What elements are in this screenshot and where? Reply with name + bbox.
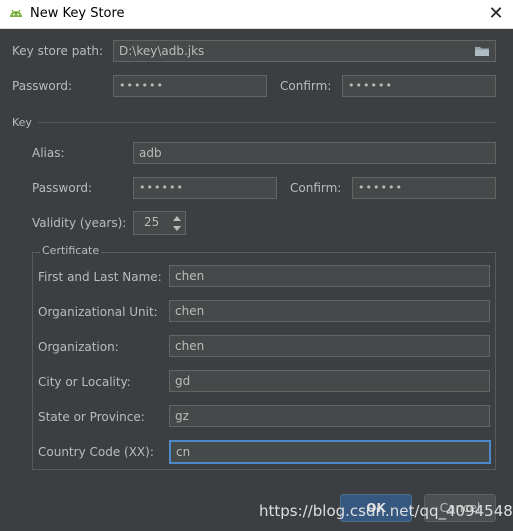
watermark-text: https://blog.csdn.net/qq_40945489 <box>259 502 513 520</box>
certificate-section-title: Certificate <box>40 244 102 257</box>
validity-label: Validity (years): <box>32 216 127 230</box>
keystore-confirm-label: Confirm: <box>280 79 332 93</box>
alias-label: Alias: <box>32 146 65 160</box>
close-icon[interactable]: ✕ <box>486 4 506 24</box>
folder-icon[interactable] <box>474 43 490 59</box>
organization-label: Organization: <box>38 340 119 354</box>
keystore-confirm-input[interactable]: •••••• <box>342 75 496 97</box>
city-locality-label: City or Locality: <box>38 375 131 389</box>
keystore-password-label: Password: <box>12 79 73 93</box>
window-title: New Key Store <box>30 6 125 21</box>
key-section-divider <box>38 122 496 123</box>
key-section-title: Key <box>12 116 32 129</box>
validity-value: 25 <box>144 215 160 229</box>
organizational-unit-input[interactable]: chen <box>169 300 490 322</box>
triangle-down-icon[interactable] <box>172 224 182 233</box>
state-province-label: State or Province: <box>38 410 145 424</box>
keystore-path-input[interactable]: D:\key\adb.jks <box>113 40 496 62</box>
first-last-name-label: First and Last Name: <box>38 270 162 284</box>
organization-input[interactable]: chen <box>169 335 490 357</box>
key-password-input[interactable]: •••••• <box>133 177 277 199</box>
keystore-password-input[interactable]: •••••• <box>113 75 267 97</box>
alias-input[interactable]: adb <box>133 142 496 164</box>
android-icon <box>10 9 22 17</box>
first-last-name-input[interactable]: chen <box>169 265 490 287</box>
key-confirm-label: Confirm: <box>290 181 342 195</box>
city-locality-input[interactable]: gd <box>169 370 490 392</box>
state-province-input[interactable]: gz <box>169 405 490 427</box>
organizational-unit-label: Organizational Unit: <box>38 305 158 319</box>
title-bar: New Key Store ✕ <box>0 0 513 29</box>
country-code-input[interactable]: cn <box>169 440 491 464</box>
validity-spinner[interactable]: 25 <box>133 211 186 235</box>
key-confirm-input[interactable]: •••••• <box>352 177 496 199</box>
triangle-up-icon[interactable] <box>172 214 182 223</box>
key-password-label: Password: <box>32 181 93 195</box>
country-code-label: Country Code (XX): <box>38 445 154 459</box>
keystore-path-label: Key store path: <box>12 44 104 58</box>
